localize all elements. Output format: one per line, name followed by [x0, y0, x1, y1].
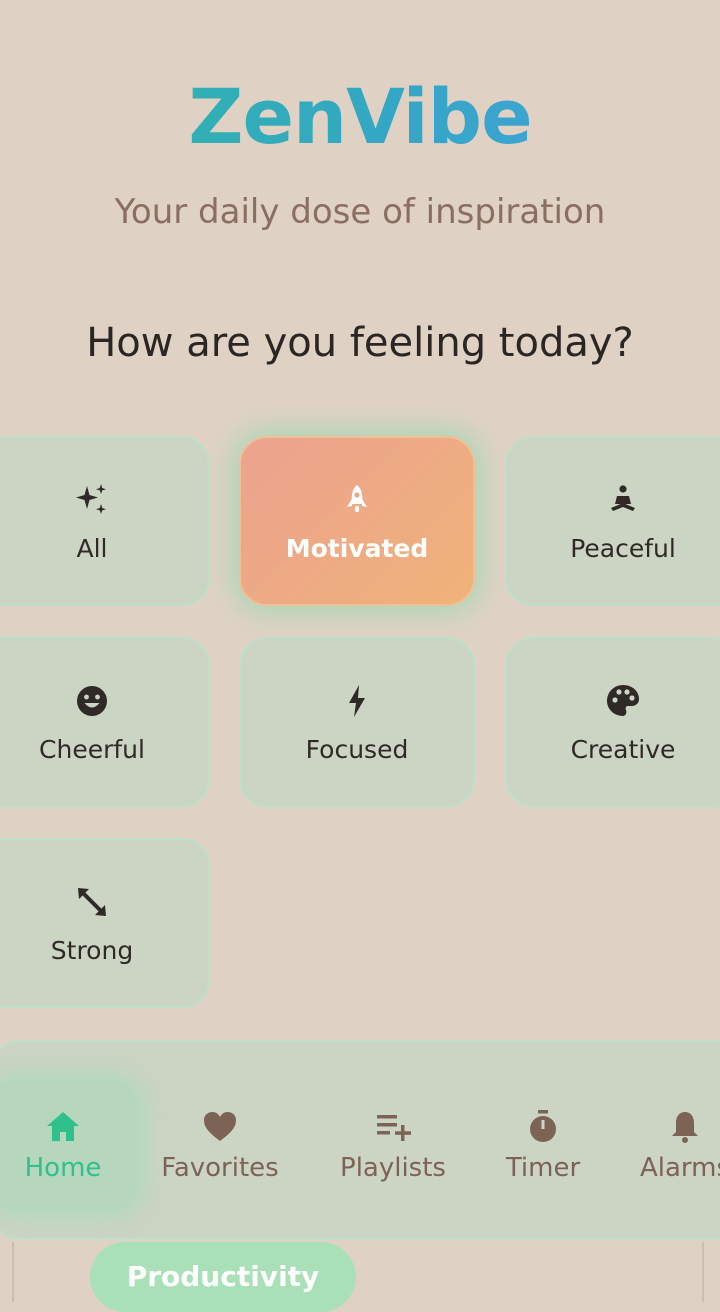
mood-label: Motivated	[285, 533, 429, 563]
rocket-icon	[347, 484, 367, 512]
nav-item-alarms[interactable]: Alarms	[610, 1080, 720, 1210]
mood-card-creative[interactable]: Creative	[505, 637, 720, 807]
playlist-add-icon	[377, 1115, 411, 1141]
home-icon	[47, 1112, 79, 1141]
nav-item-timer[interactable]: Timer	[468, 1080, 618, 1210]
nav-label: Playlists	[340, 1153, 446, 1183]
nav-item-playlists[interactable]: Playlists	[318, 1080, 468, 1210]
mood-label: All	[76, 533, 108, 563]
mood-label: Cheerful	[39, 734, 145, 764]
app-title: ZenVibe	[0, 72, 720, 161]
mood-card-focused[interactable]: Focused	[239, 637, 475, 807]
mood-card-cheerful[interactable]: Cheerful	[0, 637, 210, 807]
mood-label: Strong	[50, 935, 134, 965]
mood-card-all[interactable]: All	[0, 436, 210, 606]
app-tagline: Your daily dose of inspiration	[114, 192, 606, 232]
mood-card-strong[interactable]: Strong	[0, 838, 210, 1008]
mood-question: How are you feeling today?	[86, 320, 634, 366]
nav-label: Home	[24, 1153, 102, 1183]
category-chip[interactable]: Productivity	[90, 1242, 356, 1312]
nav-item-favorites[interactable]: Favorites	[145, 1080, 295, 1210]
stopwatch-icon	[530, 1110, 556, 1142]
nav-label: Favorites	[161, 1153, 279, 1183]
smiley-icon	[77, 685, 107, 716]
lightning-icon	[349, 684, 365, 717]
mood-label: Focused	[305, 734, 409, 764]
mood-label: Creative	[570, 734, 676, 764]
palette-icon	[607, 684, 639, 716]
expand-arrows-icon	[78, 887, 106, 916]
nav-label: Timer	[505, 1153, 581, 1183]
mood-card-motivated[interactable]: Motivated	[239, 436, 475, 606]
mood-card-peaceful[interactable]: Peaceful	[505, 436, 720, 606]
nav-item-home[interactable]: Home	[0, 1080, 138, 1210]
nav-label: Alarms	[639, 1153, 720, 1183]
meditation-icon	[611, 484, 635, 511]
bell-icon	[672, 1112, 698, 1143]
heart-icon	[204, 1112, 236, 1141]
mood-label: Peaceful	[570, 533, 676, 563]
sparkles-icon	[76, 483, 106, 514]
